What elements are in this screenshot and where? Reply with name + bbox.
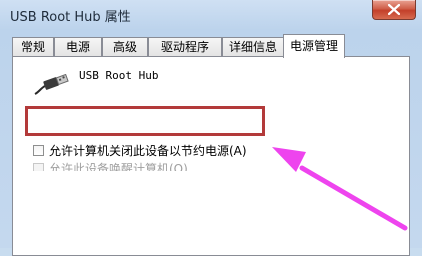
tab-power-management[interactable]: 电源管理	[283, 34, 345, 58]
properties-window: USB Root Hub 属性 常规 电源 高级 驱动程序 详细信息 电源管理 …	[0, 0, 422, 256]
annotation-arrow-icon	[272, 147, 408, 231]
